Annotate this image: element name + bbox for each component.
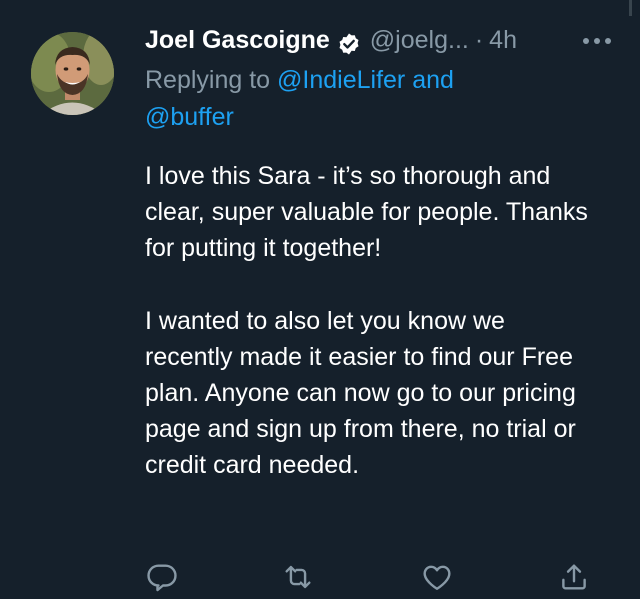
avatar-image <box>31 32 114 115</box>
display-name[interactable]: Joel Gascoigne <box>145 20 330 60</box>
share-icon[interactable] <box>557 560 591 594</box>
thread-line <box>629 0 632 16</box>
replying-to: Replying to @IndieLifer and @buffer <box>145 62 505 136</box>
tweet-header: Joel Gascoigne @joelg... · 4h <box>145 20 625 60</box>
tweet-paragraph-2: I wanted to also let you know we recentl… <box>145 306 576 480</box>
tweet-paragraph-1: I love this Sara - it’s so thorough and … <box>145 162 588 263</box>
timestamp[interactable]: 4h <box>489 20 517 60</box>
mention-indielifer[interactable]: @IndieLifer <box>277 66 405 94</box>
tweet-content: Joel Gascoigne @joelg... · 4h Replying t… <box>145 20 625 484</box>
handle[interactable]: @joelg... <box>370 20 469 60</box>
replying-to-label: Replying to <box>145 66 278 94</box>
tweet-actions <box>145 560 605 594</box>
verified-badge-icon <box>337 28 361 55</box>
separator-dot: · <box>474 26 484 54</box>
more-horizontal-icon[interactable] <box>577 28 617 54</box>
like-icon[interactable] <box>420 560 454 594</box>
reply-icon[interactable] <box>145 560 179 594</box>
avatar[interactable] <box>31 32 114 115</box>
mention-buffer[interactable]: @buffer <box>145 103 234 131</box>
tweet-card[interactable]: Joel Gascoigne @joelg... · 4h Replying t… <box>0 0 640 599</box>
retweet-icon[interactable] <box>281 560 315 594</box>
tweet-text: I love this Sara - it’s so thorough and … <box>145 158 595 484</box>
mention-separator[interactable]: and <box>405 66 454 94</box>
